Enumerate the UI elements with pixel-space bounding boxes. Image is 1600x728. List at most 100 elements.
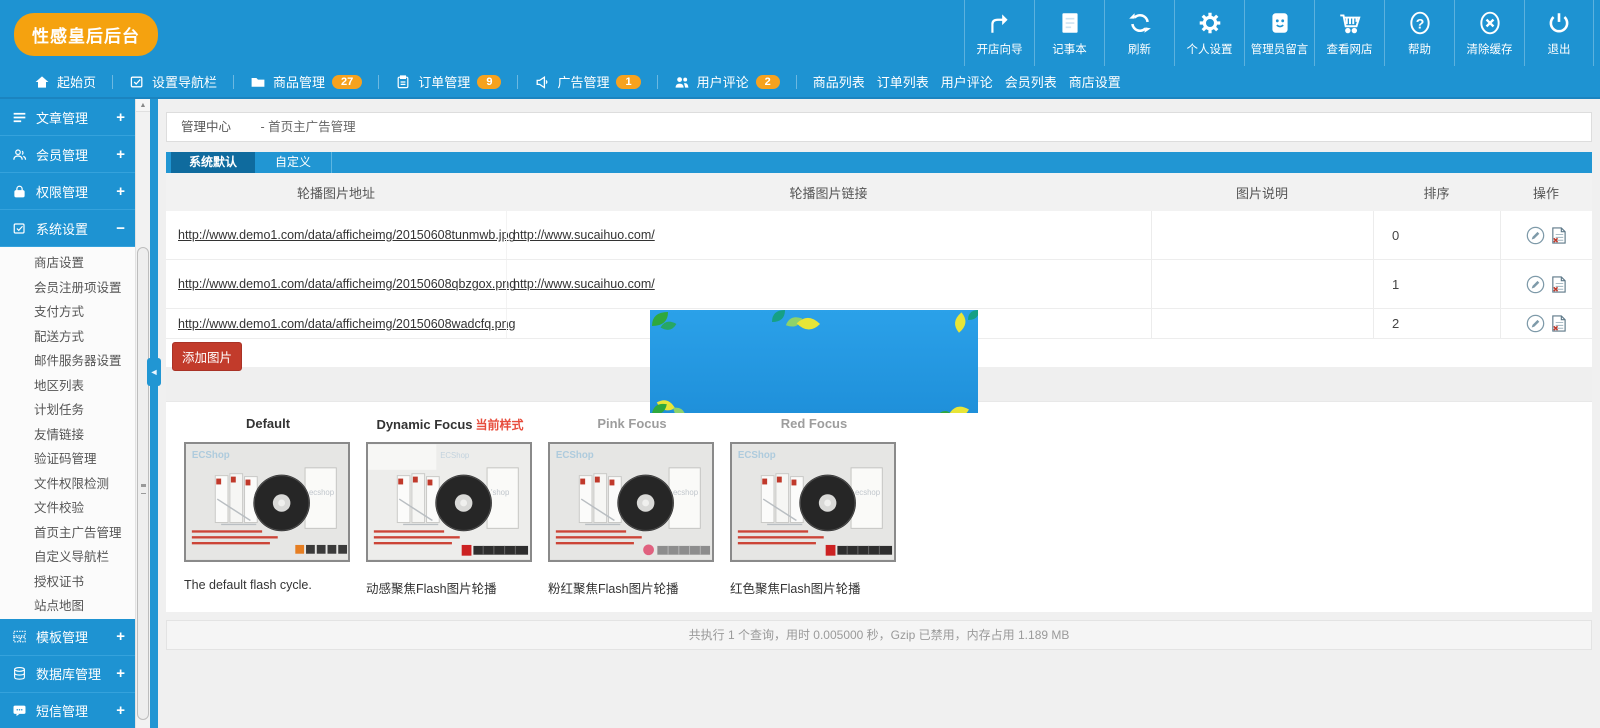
footer-stats: 共执行 1 个查询，用时 0.005000 秒，Gzip 已禁用，内存占用 1.… [166, 620, 1592, 650]
sidebar-item-file-perms[interactable]: 文件权限检测 [0, 472, 135, 497]
view-shop-button[interactable]: 查看网店 [1314, 0, 1384, 66]
sidebar-item-captcha[interactable]: 验证码管理 [0, 447, 135, 472]
clear-cache-icon [1477, 10, 1503, 36]
clear-cache-button[interactable]: 清除缓存 [1454, 0, 1524, 66]
scrollbar-up-arrow[interactable]: ▲ [136, 99, 150, 112]
breadcrumb: 管理中心 - 首页主广告管理 [166, 112, 1592, 142]
style-caption: 红色聚焦Flash图片轮播 [730, 578, 898, 597]
delete-icon[interactable] [1550, 275, 1567, 294]
image-description [1151, 260, 1373, 308]
sidebar-group-sms[interactable]: 短信管理 + [0, 693, 135, 728]
shop-wizard-button[interactable]: 开店向导 [964, 0, 1034, 66]
nav-comments-list[interactable]: 用户评论 [935, 72, 999, 91]
style-title: Pink Focus [548, 416, 716, 436]
sort-value: 1 [1373, 260, 1500, 308]
col-header-description: 图片说明 [1151, 183, 1373, 202]
sidebar-item-file-check[interactable]: 文件校验 [0, 496, 135, 521]
style-caption: The default flash cycle. [184, 578, 352, 592]
col-header-image-url: 轮播图片地址 [166, 183, 506, 202]
nav-goods-list[interactable]: 商品列表 [807, 72, 871, 91]
tab-custom[interactable]: 自定义 [255, 152, 332, 173]
svg-text:ECShop: ECShop [738, 450, 776, 461]
personal-settings-button[interactable]: 个人设置 [1174, 0, 1244, 66]
sidebar-item-payment[interactable]: 支付方式 [0, 300, 135, 325]
image-href-link[interactable]: http://www.sucaihuo.com/ [513, 277, 655, 291]
sidebar-item-custom-nav[interactable]: 自定义导航栏 [0, 545, 135, 570]
sidebar-item-regions[interactable]: 地区列表 [0, 374, 135, 399]
sidebar-item-license[interactable]: 授权证书 [0, 570, 135, 595]
sidebar-item-member-reg[interactable]: 会员注册项设置 [0, 276, 135, 301]
style-thumbnail[interactable]: ECShop ecshop [548, 442, 714, 562]
refresh-icon [1127, 10, 1153, 36]
help-button[interactable]: ? 帮助 [1384, 0, 1454, 66]
admin-message-button[interactable]: 管理员留言 [1244, 0, 1314, 66]
add-image-button[interactable]: 添加图片 [172, 342, 242, 371]
users-icon [674, 74, 690, 90]
megaphone-icon [534, 74, 550, 90]
svg-text:ECShop: ECShop [440, 451, 470, 460]
svg-text:ecshop: ecshop [673, 488, 699, 497]
nav-home[interactable]: 起始页 [28, 72, 102, 91]
sidebar-item-home-ads[interactable]: 首页主广告管理 [0, 521, 135, 546]
nav-separator [112, 75, 113, 89]
style-thumbnail[interactable]: ECShop ecshop [730, 442, 896, 562]
nav-separator [517, 75, 518, 89]
sidebar-group-system[interactable]: 系统设置 − [0, 210, 135, 247]
style-caption: 粉红聚焦Flash图片轮播 [548, 578, 716, 597]
edit-icon[interactable] [1526, 226, 1545, 245]
sidebar-group-database[interactable]: 数据库管理 + [0, 656, 135, 693]
power-icon [1546, 10, 1572, 36]
sidebar-item-cron[interactable]: 计划任务 [0, 398, 135, 423]
logout-button[interactable]: 退出 [1524, 0, 1594, 66]
top-bar: 性感皇后后台 开店向导 记事本 刷新 个人设置 管理员留言 查看网店 ? 帮助 [0, 0, 1600, 66]
sidebar-group-members[interactable]: 会员管理 + [0, 136, 135, 173]
sidebar-group-templates[interactable]: 模板管理 + [0, 619, 135, 656]
image-url-link[interactable]: http://www.demo1.com/data/afficheimg/201… [178, 228, 515, 242]
flash-style-panel: Default ECShop ecshop The default flash … [166, 401, 1592, 612]
tab-system-default[interactable]: 系统默认 [171, 152, 255, 173]
image-description [1151, 309, 1373, 338]
svg-text:'shop: 'shop [491, 488, 510, 497]
orders-badge: 9 [477, 75, 501, 89]
template-icon [12, 629, 27, 644]
image-url-link[interactable]: http://www.demo1.com/data/afficheimg/201… [178, 277, 516, 291]
nav-orders-list[interactable]: 订单列表 [871, 72, 935, 91]
notepad-button[interactable]: 记事本 [1034, 0, 1104, 66]
sidebar-scrollbar[interactable]: ▲ [135, 99, 150, 728]
nav-members-list[interactable]: 会员列表 [999, 72, 1063, 91]
nav-set-navbar[interactable]: 设置导航栏 [123, 72, 223, 91]
nav-user-comments[interactable]: 用户评论 2 [668, 72, 786, 91]
hamburger-icon [12, 110, 27, 125]
nav-ads-manage[interactable]: 广告管理 1 [528, 72, 646, 91]
delete-icon[interactable] [1550, 314, 1567, 333]
sidebar-item-sitemap[interactable]: 站点地图 [0, 594, 135, 619]
sidebar-submenu: 商店设置 会员注册项设置 支付方式 配送方式 邮件服务器设置 地区列表 计划任务… [0, 247, 135, 619]
nav-goods-manage[interactable]: 商品管理 27 [244, 72, 368, 91]
nav-shop-settings[interactable]: 商店设置 [1063, 72, 1127, 91]
style-thumbnail[interactable]: ECShop ecshop [184, 442, 350, 562]
style-title: Red Focus [730, 416, 898, 436]
cart-icon [1337, 10, 1363, 36]
sidebar-item-shop-settings[interactable]: 商店设置 [0, 251, 135, 276]
scrollbar-thumb[interactable] [137, 247, 149, 720]
sidebar-group-articles[interactable]: 文章管理 + [0, 99, 135, 136]
sort-value: 0 [1373, 211, 1500, 259]
style-thumbnail[interactable]: ECShop 'shop [366, 442, 532, 562]
edit-icon[interactable] [1526, 275, 1545, 294]
sidebar-item-links[interactable]: 友情链接 [0, 423, 135, 448]
sidebar-collapse-handle[interactable]: ◄ [147, 358, 161, 386]
delete-icon[interactable] [1550, 226, 1567, 245]
nav-separator [378, 75, 379, 89]
image-url-link[interactable]: http://www.demo1.com/data/afficheimg/201… [178, 317, 515, 331]
logo: 性感皇后后台 [14, 13, 158, 56]
database-icon [12, 666, 27, 681]
refresh-button[interactable]: 刷新 [1104, 0, 1174, 66]
sidebar-group-permissions[interactable]: 权限管理 + [0, 173, 135, 210]
sidebar-item-mail-server[interactable]: 邮件服务器设置 [0, 349, 135, 374]
image-href-link[interactable]: http://www.sucaihuo.com/ [513, 228, 655, 242]
edit-icon[interactable] [1526, 314, 1545, 333]
nav-orders-manage[interactable]: 订单管理 9 [389, 72, 507, 91]
nav-separator [233, 75, 234, 89]
breadcrumb-home[interactable]: 管理中心 [181, 120, 231, 134]
sidebar-item-shipping[interactable]: 配送方式 [0, 325, 135, 350]
